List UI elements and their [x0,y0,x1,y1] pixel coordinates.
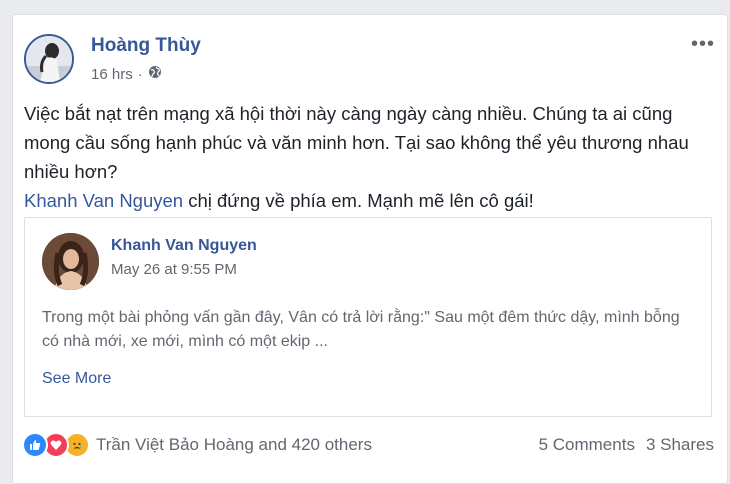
reaction-icons[interactable] [22,432,90,458]
shared-post-text: Trong một bài phỏng vấn gần đây, Vân có … [42,309,680,350]
post-time[interactable]: 16 hrs [91,66,133,83]
reaction-names[interactable]: Trần Việt Bảo Hoàng and 420 others [96,435,372,455]
post-body: Việc bắt nạt trên mạng xã hội thời này c… [24,103,689,182]
meta-separator: · [137,65,143,83]
post-author[interactable]: Hoàng Thùy [91,35,201,57]
see-more-link[interactable]: See More [42,370,111,388]
post-body-continuation: chị đứng về phía em. Mạnh mẽ lên cô gái! [183,190,534,211]
shared-post[interactable]: Khanh Van Nguyen May 26 at 9:55 PM Trong… [24,217,712,417]
comments-count[interactable]: 5 Comments [539,435,635,455]
post-meta: 16 hrs · [91,65,162,83]
post-text: Việc bắt nạt trên mạng xã hội thời này c… [24,99,714,215]
author-avatar[interactable] [24,34,74,84]
post-footer: Trần Việt Bảo Hoàng and 420 others 5 Com… [22,432,714,458]
shared-post-time[interactable]: May 26 at 9:55 PM [111,261,237,278]
engagement-counts: 5 Comments 3 Shares [539,435,714,455]
like-icon[interactable] [22,432,48,458]
post-card: Hoàng Thùy 16 hrs · ••• Việc bắt nạt trê… [12,14,728,484]
shared-post-author[interactable]: Khanh Van Nguyen [111,237,257,255]
shared-author-avatar[interactable] [42,233,99,290]
mention-link[interactable]: Khanh Van Nguyen [24,190,183,211]
shares-count[interactable]: 3 Shares [646,435,714,455]
avatar-image [26,36,72,82]
shared-avatar-image [42,233,99,290]
more-options-icon[interactable]: ••• [691,33,715,56]
globe-icon[interactable] [148,65,162,83]
